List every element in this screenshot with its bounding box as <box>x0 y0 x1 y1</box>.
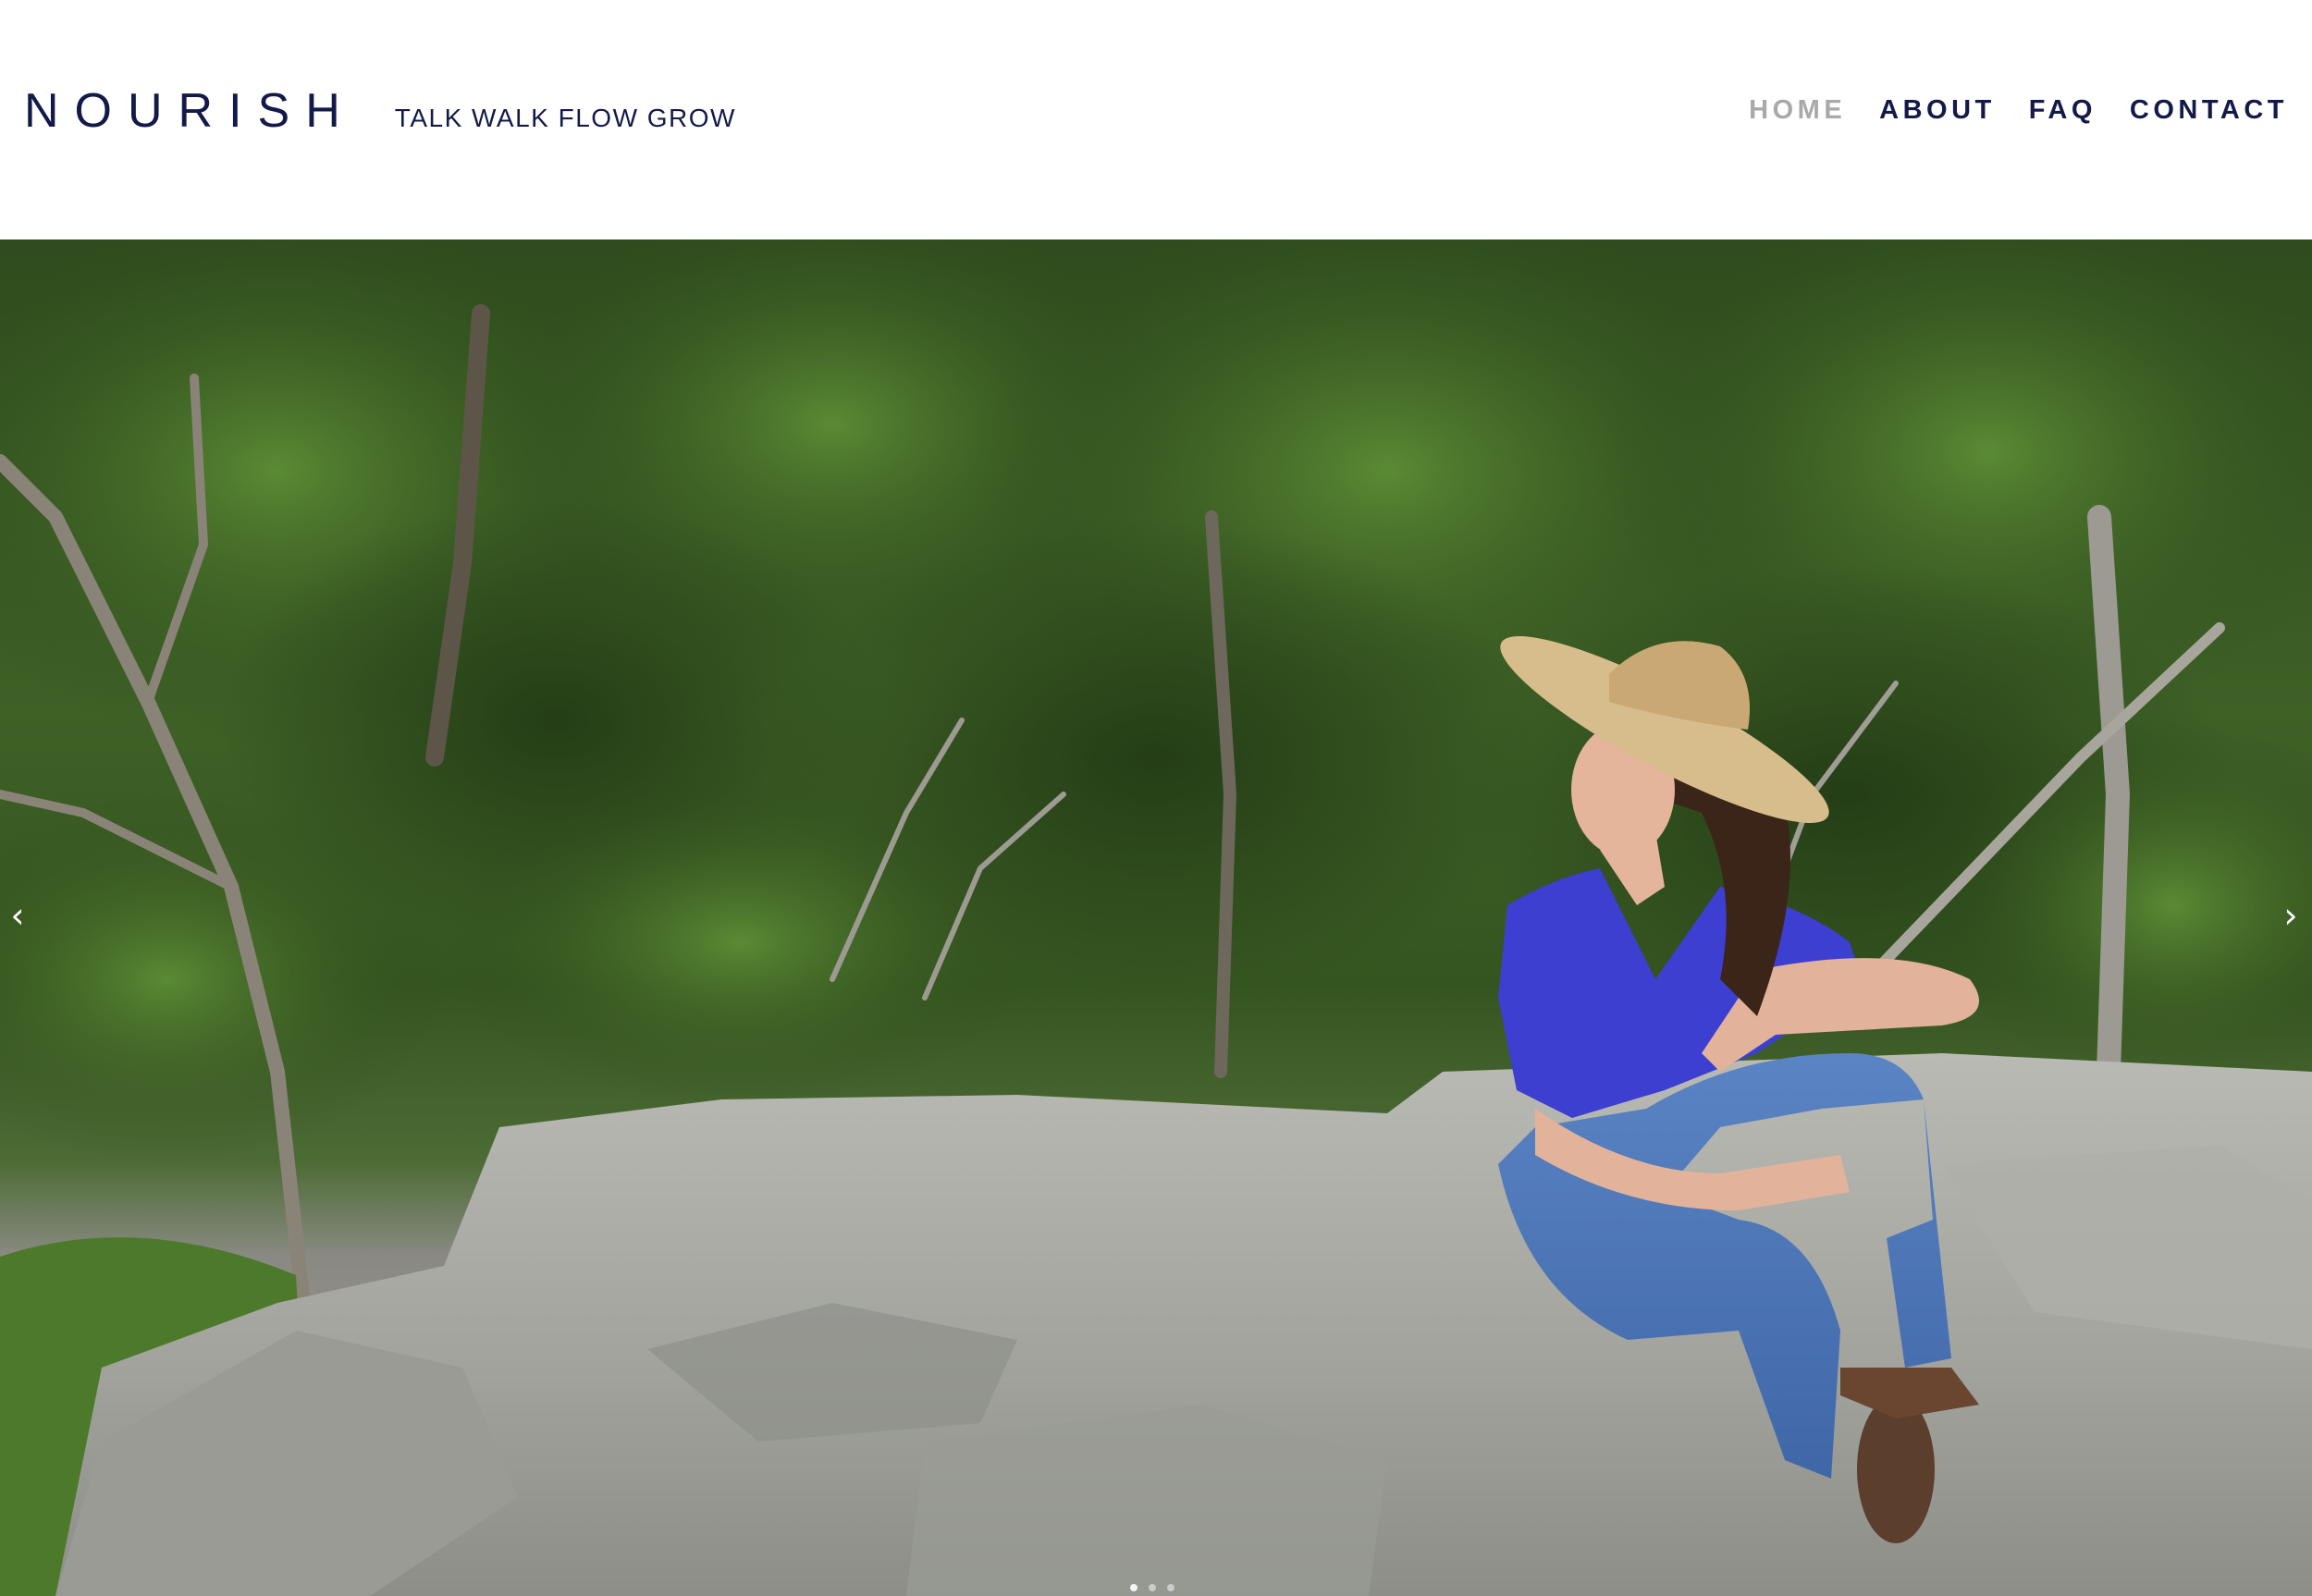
nav-about-link[interactable]: ABOUT <box>1879 92 1996 128</box>
nav-contact-link[interactable]: CONTACT <box>2130 92 2288 128</box>
nav-faq-link[interactable]: FAQ <box>2029 92 2097 128</box>
site-tagline: TALK WALK FLOW GROW <box>394 104 736 132</box>
brand-home-link[interactable]: NOURISH TALK WALK FLOW GROW <box>24 81 736 141</box>
site-header: NOURISH TALK WALK FLOW GROW HOME ABOUT F… <box>0 0 2312 239</box>
foliage <box>0 239 2312 1164</box>
main-nav: HOME ABOUT FAQ CONTACT <box>1749 92 2288 128</box>
hero-slideshow: ‹ › <box>0 239 2312 1596</box>
boulder <box>55 1053 2312 1596</box>
chevron-right-icon[interactable]: › <box>2275 892 2306 939</box>
hero-photo <box>0 239 2312 1596</box>
chevron-left-icon[interactable]: ‹ <box>2 892 33 939</box>
site-logo[interactable]: NOURISH <box>24 81 356 141</box>
nav-home-link[interactable]: HOME <box>1749 92 1846 128</box>
